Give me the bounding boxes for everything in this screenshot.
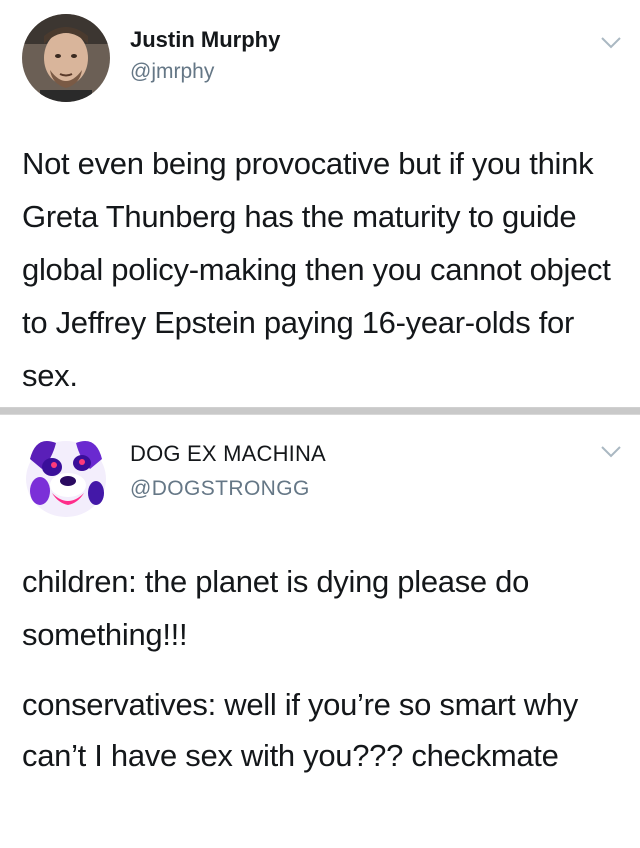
tweet-text: Not even being provocative but if you th… <box>22 146 611 393</box>
dog-face-icon <box>22 429 110 521</box>
chevron-down-icon[interactable] <box>600 36 622 50</box>
display-name[interactable]: DOG EX MACHINA <box>130 441 326 467</box>
tweet-card-justin-murphy: Justin Murphy @jmrphy Not even being pro… <box>0 0 640 408</box>
user-handle[interactable]: @jmrphy <box>130 60 214 84</box>
tweet-text-paragraph: conservatives: well if you’re so smart w… <box>22 687 578 773</box>
chevron-down-icon[interactable] <box>600 445 622 459</box>
display-name[interactable]: Justin Murphy <box>130 27 280 53</box>
user-handle[interactable]: @DOGSTRONGG <box>130 477 310 501</box>
tweet-card-dog-ex-machina: DOG EX MACHINA @DOGSTRONGG children: the… <box>0 414 640 848</box>
avatar[interactable] <box>22 429 110 521</box>
person-photo-icon <box>22 14 110 102</box>
avatar[interactable] <box>22 14 110 102</box>
tweet-text-paragraph: children: the planet is dying please do … <box>22 564 530 652</box>
